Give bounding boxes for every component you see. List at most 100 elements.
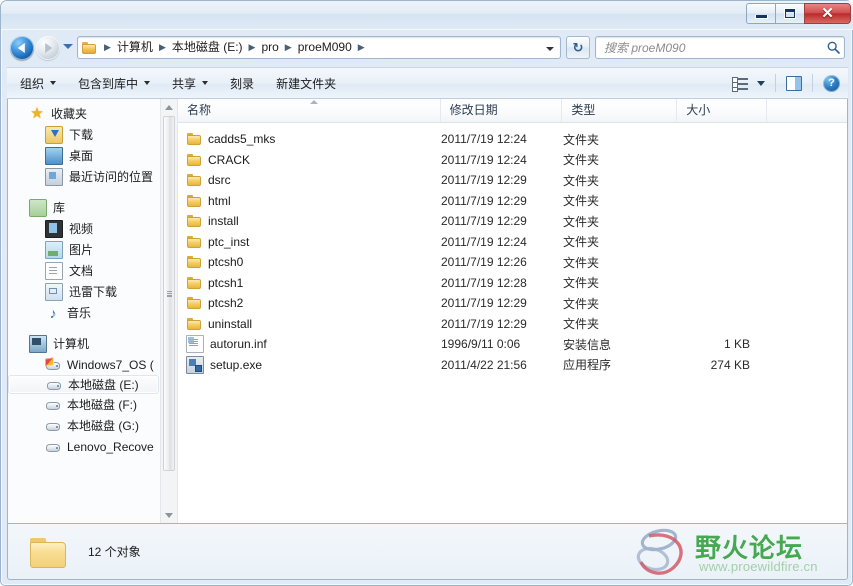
chevron-down-icon[interactable]	[546, 47, 554, 51]
scroll-up-icon[interactable]	[161, 99, 177, 115]
file-date-cell: 2011/7/19 12:28	[441, 275, 527, 290]
nav-group-libraries[interactable]: 库	[8, 197, 160, 218]
file-size-cell: 274 KB	[710, 357, 750, 372]
file-name-cell[interactable]: dsrc	[178, 172, 441, 188]
sidebar-item-desktop[interactable]: 桌面	[8, 145, 160, 166]
file-name-cell[interactable]: html	[178, 193, 441, 209]
file-name-cell[interactable]: setup.exe	[178, 355, 441, 374]
breadcrumb-item-0[interactable]: 计算机	[115, 37, 155, 58]
sidebar-item-local-disk-e[interactable]: 本地磁盘 (E:)	[8, 375, 159, 394]
navigation-scrollbar[interactable]	[160, 99, 177, 523]
back-button[interactable]	[10, 36, 34, 60]
table-row[interactable]: uninstall 2011/7/19 12:29 文件夹	[178, 314, 847, 335]
sidebar-item-videos[interactable]: 视频	[8, 218, 160, 239]
scroll-down-icon[interactable]	[161, 507, 177, 523]
sidebar-item-downloads[interactable]: 下载	[8, 124, 160, 145]
title-bar[interactable]: ✕	[1, 1, 853, 30]
table-row[interactable]: ptcsh0 2011/7/19 12:26 文件夹	[178, 252, 847, 273]
table-row[interactable]: ptc_inst 2011/7/19 12:24 文件夹	[178, 232, 847, 253]
breadcrumb-separator: ▶	[104, 42, 111, 52]
toolbar-button-organize[interactable]: 组织	[11, 72, 65, 94]
sidebar-item-local-disk-g[interactable]: 本地磁盘 (G:)	[8, 415, 160, 436]
scrollbar-thumb[interactable]	[163, 116, 175, 471]
address-bar[interactable]: ▶ 计算机 ▶ 本地磁盘 (E:) ▶ pro ▶ proeM090 ▶	[77, 36, 561, 59]
table-row[interactable]: install 2011/7/19 12:29 文件夹	[178, 211, 847, 232]
window-controls: ✕	[746, 3, 851, 24]
table-row[interactable]: ptcsh1 2011/7/19 12:28 文件夹	[178, 273, 847, 294]
chevron-down-icon[interactable]	[757, 80, 765, 86]
search-input[interactable]: 搜索 proeM090	[596, 39, 822, 56]
file-name-cell[interactable]: ptcsh0	[178, 254, 441, 270]
sidebar-item-music[interactable]: ♪ 音乐	[8, 302, 160, 323]
breadcrumb-separator: ▶	[248, 42, 256, 52]
table-row[interactable]: autorun.inf 1996/9/11 0:06 安装信息 1 KB	[178, 334, 847, 355]
toolbar-button-new-folder[interactable]: 新建文件夹	[267, 72, 345, 94]
column-header-type[interactable]: 类型	[562, 99, 678, 122]
file-name-cell[interactable]: CRACK	[178, 152, 441, 168]
minimize-button[interactable]	[746, 3, 775, 24]
toolbar-button-share[interactable]: 共享	[163, 72, 217, 94]
watermark-url: www.proewildfire.cn	[699, 559, 818, 574]
search-box[interactable]: 搜索 proeM090	[595, 36, 845, 59]
nav-group-label: 库	[53, 201, 66, 215]
table-row[interactable]: ptcsh2 2011/7/19 12:29 文件夹	[178, 293, 847, 314]
column-header-label: 类型	[571, 103, 596, 117]
sidebar-item-lenovo-recovery[interactable]: Lenovo_Recove	[8, 436, 160, 457]
close-button[interactable]: ✕	[804, 3, 851, 24]
download-icon	[45, 125, 63, 144]
sidebar-item-local-disk-f[interactable]: 本地磁盘 (F:)	[8, 394, 160, 415]
file-rows: cadds5_mks 2011/7/19 12:24 文件夹 CRACK 201…	[178, 123, 847, 375]
file-name: dsrc	[208, 173, 231, 188]
file-size-cell: 1 KB	[723, 337, 750, 352]
file-type-cell: 文件夹	[563, 235, 600, 250]
toolbar-button-include-in-library[interactable]: 包含到库中	[69, 72, 159, 94]
sidebar-item-pictures[interactable]: 图片	[8, 239, 160, 260]
sidebar-item-documents[interactable]: 文档	[8, 260, 160, 281]
help-icon[interactable]: ?	[823, 74, 840, 92]
forward-button[interactable]	[36, 36, 60, 60]
column-header-date-modified[interactable]: 修改日期	[441, 99, 563, 122]
breadcrumb-item-3[interactable]: proeM090	[296, 37, 354, 58]
search-icon	[822, 41, 844, 54]
table-row[interactable]: html 2011/7/19 12:29 文件夹	[178, 191, 847, 212]
view-list-icon[interactable]	[732, 76, 749, 92]
file-name-cell[interactable]: uninstall	[178, 316, 441, 332]
nav-group-favorites[interactable]: ★ 收藏夹	[8, 103, 160, 124]
breadcrumb-item-1[interactable]: 本地磁盘 (E:)	[170, 37, 245, 58]
sidebar-item-xunlei-downloads[interactable]: 迅雷下载	[8, 281, 160, 302]
file-type-cell: 安装信息	[563, 337, 612, 352]
refresh-button[interactable]: ↻	[566, 36, 590, 59]
file-date-cell: 2011/4/22 21:56	[441, 357, 527, 372]
sidebar-item-windows7-os[interactable]: Windows7_OS (	[8, 354, 160, 375]
file-name: html	[208, 193, 231, 208]
chevron-down-icon	[202, 81, 209, 85]
table-row[interactable]: CRACK 2011/7/19 12:24 文件夹	[178, 150, 847, 171]
breadcrumb-item-2[interactable]: pro	[259, 37, 280, 58]
file-name-cell[interactable]: install	[178, 213, 441, 229]
file-name-cell[interactable]: ptc_inst	[178, 234, 441, 250]
table-row[interactable]: dsrc 2011/7/19 12:29 文件夹	[178, 170, 847, 191]
column-header-name[interactable]: 名称	[178, 99, 441, 122]
arrow-right-icon	[45, 43, 53, 53]
column-header-filler	[767, 99, 847, 122]
table-row[interactable]: setup.exe 2011/4/22 21:56 应用程序 274 KB	[178, 355, 847, 376]
nav-group-computer[interactable]: 计算机	[8, 333, 160, 354]
file-name: install	[208, 214, 239, 229]
column-header-size[interactable]: 大小	[677, 99, 768, 122]
maximize-button[interactable]	[775, 3, 804, 24]
file-name-cell[interactable]: autorun.inf	[178, 335, 441, 354]
preview-pane-icon[interactable]	[786, 75, 802, 91]
sidebar-item-recent-places[interactable]: 最近访问的位置	[8, 166, 160, 187]
table-row[interactable]: cadds5_mks 2011/7/19 12:24 文件夹	[178, 129, 847, 150]
file-name-cell[interactable]: ptcsh1	[178, 275, 441, 291]
toolbar-button-burn[interactable]: 刻录	[221, 72, 263, 94]
file-name: ptcsh0	[208, 255, 244, 270]
file-name: setup.exe	[210, 357, 263, 372]
file-name-cell[interactable]: ptcsh2	[178, 295, 441, 311]
sidebar-item-label: 本地磁盘 (E:)	[68, 378, 139, 392]
folder-icon	[186, 131, 202, 147]
toolbar-right-group: ?	[732, 74, 848, 92]
file-name-cell[interactable]: cadds5_mks	[178, 131, 441, 147]
recent-places-icon	[45, 167, 63, 186]
history-dropdown-icon[interactable]	[63, 44, 73, 49]
